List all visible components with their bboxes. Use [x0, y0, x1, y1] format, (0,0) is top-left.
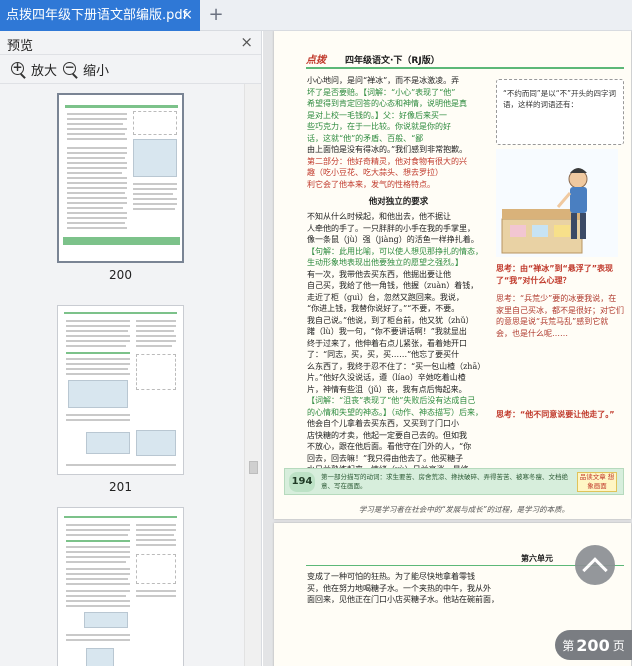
margin-note: 思考：由“禅冰”到“悬浮了”表现了“我”对什么心理？: [496, 263, 624, 286]
text-line: 回去，回去嘛！”我只得由他去了。他买糖子: [307, 453, 464, 463]
scrollbar-grip[interactable]: [249, 461, 258, 474]
text-line: 第二部分：他好奇精灵，他对食物有很大的兴: [307, 156, 467, 166]
sidebar-close-icon[interactable]: ×: [240, 33, 253, 51]
text-line: 不知从什么时候起，和他出去，他不据让: [307, 212, 451, 221]
zoom-out-button[interactable]: − 缩小: [63, 60, 109, 79]
new-tab-icon[interactable]: +: [206, 4, 226, 26]
current-page-number: 200: [576, 635, 610, 655]
zoom-in-button[interactable]: + 放大: [11, 60, 57, 79]
summary-text: 第一部分描写的动词：求生要苦、房舍荒凉、搀扶破碎、弄得苦苦、被寒冬瘦、文档绝意、…: [321, 473, 568, 490]
sidebar-title: 预览: [7, 39, 34, 54]
page-thumbnail-202[interactable]: [57, 507, 184, 666]
page-prefix: 第: [562, 638, 575, 653]
page-footer-note: 学习是学习者在社会中的“发展与成长”的过程，是学习的本质。: [358, 505, 570, 514]
current-page-indicator: 第 200 页: [555, 630, 632, 660]
zoom-out-icon: −: [63, 60, 79, 79]
app-window: 点拨四年级下册语文部编版.pdf × + 预览 × + 放大 − 缩小 200 …: [0, 0, 632, 666]
page-thumbnail-200[interactable]: [57, 93, 184, 263]
text-line: 面回来，见他正在门口小店买糖子水。他站在碗前面，: [307, 595, 499, 604]
tab-close-icon[interactable]: ×: [181, 0, 193, 31]
summary-band: 194 第一部分描写的动词：求生要苦、房舍荒凉、搀扶破碎、弄得苦苦、被寒冬瘦、文…: [284, 468, 624, 495]
text-line: 坏了是否要赔。【词解：“小心”表现了“他”: [307, 87, 456, 97]
text-line: “你进上钱，我替你说好了。”“不要，不要。: [307, 304, 460, 313]
sidebar-toolbar: + 放大 − 缩小: [0, 55, 261, 84]
text-line: 由上面怕是没有得冰的。”我们感到非常抱歉。: [307, 145, 468, 154]
text-line: 小心地问，是问“禅冰”，而不是冰激凌。弄: [307, 76, 460, 85]
text-line: 利它会了他本来，发气的性格特点。: [307, 179, 435, 189]
margin-note-text: 思考：“他不同意说要让他走了。”: [496, 410, 615, 419]
thumbnail-list: 200 201: [0, 84, 244, 666]
scroll-to-top-button[interactable]: [575, 545, 615, 585]
page-header-title: 四年级语文·下（RJ版）: [345, 56, 440, 66]
text-line: 店快糖的才卖，他起一定要自己去的。但如我: [307, 430, 467, 440]
vocabulary-box: “不约而同”是以“不”开头的四字词语，这样的词语还有：: [496, 79, 624, 145]
margin-note-text: 思考：“兵荒少”要的冰要我说，在家里自己买冰，都不是很好；对它们的意思是说“兵荒…: [496, 294, 624, 338]
tab-bar: 点拨四年级下册语文部编版.pdf × +: [0, 0, 632, 31]
text-line: 有一次，我带他去买东西，他掘出要让他: [307, 269, 451, 279]
text-line: 希望得到肯定回答的心态和神情，说明他是真: [307, 99, 467, 108]
page-suffix: 页: [612, 638, 625, 653]
tab-document[interactable]: 点拨四年级下册语文部编版.pdf ×: [0, 0, 200, 31]
thumbnail-page-label: 201: [109, 480, 132, 494]
sidebar-scrollbar[interactable]: [244, 84, 261, 666]
boy-buying-candy-illustration: [496, 149, 618, 257]
book-logo: 点拨: [306, 55, 326, 66]
text-line: 我自己说。”他说，到了柜台前，他又犹（zhǔ）: [307, 315, 474, 325]
vocabulary-box-text: “不约而同”是以“不”开头的四字词语，这样的词语还有：: [503, 89, 617, 109]
text-line: 的心情和失望的神态。】（动作、神态描写）后来，: [307, 407, 483, 417]
unit-label: 第六单元: [521, 554, 553, 563]
main-text-block: 不知从什么时候起，和他出去，他不据让 人牵他的手了。一只胖胖的小手在我的手掌里，…: [307, 211, 490, 476]
text-line: 自己买，我给了他一角钱，他握（zuàn）着钱，: [307, 281, 479, 290]
text-line: 些巧克力，在于一比较。你说就是你的好: [307, 122, 451, 131]
sidebar-header: 预览 ×: [0, 31, 261, 55]
text-line: 【句解：此用比喻，可以使人想见那挣扎的情态，: [307, 246, 483, 256]
text-line: 话，这就“他”的矛盾、百般、“鄙: [307, 133, 424, 143]
zoom-out-label: 缩小: [83, 64, 110, 79]
header-divider: [306, 67, 624, 69]
text-line: 人牵他的手了。一只胖胖的小手在我的手掌里，: [307, 223, 475, 233]
text-line: 片，神情有些沮（jǔ）丧，我有点后悔起来。: [307, 384, 467, 394]
text-line: 买，他在努力地喝糖子水。一个夹热的中午，我从外: [307, 583, 491, 593]
summary-stamp: 品读文章 想象画面: [577, 472, 617, 492]
thumbnail-page-label: 200: [109, 268, 132, 282]
text-line: 了：“同志，买，买，买……”他忘了要买什: [307, 350, 460, 359]
text-line: 躇（lù）我一句，“你不要讲话啊！”我就显出: [307, 327, 467, 336]
text-line: 不放心，跟在他后面。看他守在门外的人，“你: [307, 442, 472, 451]
chevron-up-icon: [582, 557, 608, 583]
text-line: 他会自个儿拿着去买东西，又买到了门口小: [307, 419, 459, 428]
zoom-in-label: 放大: [31, 64, 58, 79]
main-text-block: 变成了一种可怕的狂热。为了能尽快地拿着零钱 买，他在努力地喝糖子水。一个夹热的中…: [307, 571, 507, 606]
preview-sidebar: 预览 × + 放大 − 缩小 200 201: [0, 31, 262, 666]
text-line: 终于过来了，他伸着右点儿紧张，看着她开口: [307, 338, 467, 348]
text-line: 趣（吃小豆花、吃大蒜头、想去罗拉）: [307, 168, 443, 177]
tab-title: 点拨四年级下册语文部编版.pdf: [6, 8, 188, 23]
text-line: 像一条鼠（jù）强（jiàng）的活鱼一样挣扎着。: [307, 235, 479, 244]
text-line: 变成了一种可怕的狂热。为了能尽快地拿着零钱: [307, 572, 475, 581]
text-line: 么东西了，我终于忍不住了：“买一包山楂（zhā）: [307, 361, 486, 371]
main-text-block: 小心地问，是问“禅冰”，而不是冰激凌。弄 坏了是否要赔。【词解：“小心”表现了“…: [307, 75, 490, 190]
text-line: 片。”他好久没说话，遵（líao）辛她吃着山楂: [307, 373, 466, 382]
zoom-in-icon: +: [11, 60, 27, 79]
text-line: 生动形象地表现出他要独立的愿望之强烈。】: [307, 258, 463, 267]
margin-note: 思考：“他不同意说要让他走了。”: [496, 409, 624, 421]
page-thumbnail-201[interactable]: [57, 305, 184, 475]
margin-note: 思考：“兵荒少”要的冰要我说，在家里自己买冰，都不是很好；对它们的意思是说“兵荒…: [496, 293, 624, 403]
margin-note-text: 思考：由“禅冰”到“悬浮了”表现了“我”对什么心理？: [496, 264, 614, 285]
text-line: 是对上校一毛钱的。】父：好像后来买一: [307, 110, 447, 120]
text-line: 走近了柜（guì）台，忽然又跑回来。我说，: [307, 292, 464, 302]
pdf-page-200: 点拨 四年级语文·下（RJ版） 小心地问，是问“禅冰”，而不是冰激凌。弄 坏了是…: [274, 31, 631, 519]
text-line: 【词解：“沮丧”表现了“他”失败后没有达成自己: [307, 396, 476, 405]
printed-page-number: 194: [289, 472, 315, 492]
section-title: 他对独立的要求: [368, 197, 429, 207]
